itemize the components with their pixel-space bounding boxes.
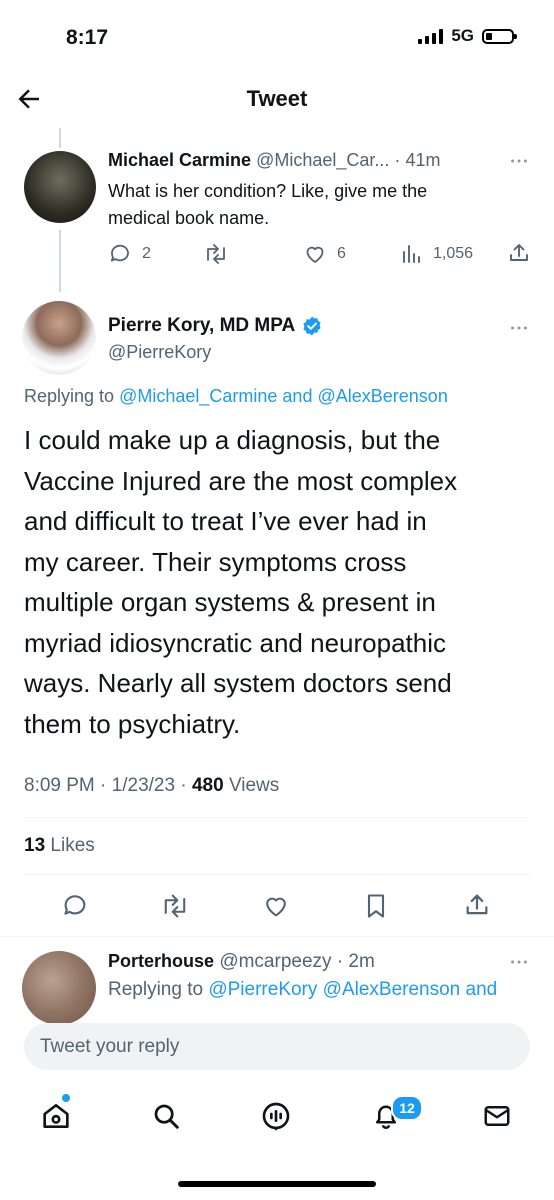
mention-link[interactable]: @PierreKory @AlexBerenson and (208, 979, 497, 1000)
divider (0, 936, 554, 937)
avatar[interactable] (24, 151, 96, 223)
more-icon[interactable] (508, 150, 530, 172)
tweet-meta: 8:09 PM · 1/23/23 · 480 Views (24, 775, 280, 796)
author-handle[interactable]: @mcarpeezy (219, 951, 331, 972)
tweet-date: 1/23/23 (111, 775, 176, 796)
like-button[interactable]: 6 (303, 242, 346, 266)
tweet-text-line: ways. Nearly all system doctors send (24, 668, 452, 698)
retweet-icon (164, 894, 186, 918)
notifications-badge: 12 (391, 1095, 423, 1121)
tab-home[interactable] (36, 1096, 76, 1136)
tweet-text-line: them to psychiatry. (24, 708, 241, 739)
replying-prefix: Replying to (108, 979, 204, 1000)
bookmark-button[interactable] (362, 892, 390, 920)
tab-search[interactable] (146, 1096, 186, 1136)
tweet-time: 8:09 PM (24, 775, 95, 796)
avatar[interactable] (22, 951, 96, 1025)
reply-button[interactable] (61, 892, 89, 920)
home-unread-dot (62, 1094, 70, 1102)
replying-to: Replying to @Michael_Carmine and @AlexBe… (24, 386, 448, 407)
mail-icon (484, 1106, 510, 1126)
likes-summary[interactable]: 13 Likes (24, 835, 95, 857)
tweet-text-line: Vaccine Injured are the most complex (24, 465, 458, 496)
network-type: 5G (451, 26, 474, 45)
tweet-text-line: medical book name. (108, 208, 270, 228)
view-count: 1,056 (433, 245, 474, 262)
mention-link[interactable]: @AlexBerenson (317, 386, 447, 406)
status-indicators: 5G (418, 26, 517, 46)
bookmark-icon (367, 894, 385, 918)
views-count[interactable]: 480 (192, 775, 224, 796)
retweet-button[interactable] (203, 242, 229, 266)
author-handle[interactable]: @Michael_Car... (256, 150, 389, 170)
spaces-icon (262, 1102, 290, 1131)
reply-icon (64, 895, 86, 915)
retweet-icon (207, 244, 225, 264)
author-name[interactable]: Michael Carmine (108, 150, 251, 170)
status-time: 8:17 (66, 26, 109, 49)
retweet-button[interactable] (160, 892, 190, 920)
replying-prefix: Replying to (24, 386, 115, 406)
tweet-text-line: and difficult to treat I’ve ever had in (24, 506, 427, 536)
reply-icon (110, 244, 129, 262)
share-button[interactable] (463, 891, 491, 919)
views-button[interactable]: 1,056 (401, 242, 473, 266)
reply-count: 2 (142, 245, 151, 262)
reply-input-placeholder[interactable]: Tweet your reply (40, 1036, 179, 1058)
home-indicator (178, 1181, 376, 1187)
mention-link[interactable]: @Michael_Carmine (119, 386, 277, 406)
share-button[interactable] (507, 241, 531, 265)
author-name[interactable]: Porterhouse (108, 951, 214, 971)
tab-spaces[interactable] (256, 1096, 296, 1136)
share-icon (510, 244, 528, 261)
tweet-time: 2m (348, 951, 375, 972)
tab-messages[interactable] (477, 1096, 517, 1136)
tweet-text: I could make up a diagnosis, but the Vac… (24, 420, 536, 744)
divider (24, 874, 530, 875)
tweet-text-line: I could make up a diagnosis, but the (24, 425, 441, 455)
tweet-text-line: myriad idiosyncratic and neuropathic (24, 627, 446, 658)
tweet-text-line: multiple organ systems & present in (24, 587, 436, 617)
tweet-text-line: What is her condition? Like, give me the (108, 181, 428, 201)
like-count: 6 (337, 245, 346, 262)
search-icon (154, 1104, 179, 1129)
author-handle[interactable]: @PierreKory (108, 342, 211, 363)
like-icon (306, 246, 324, 263)
signal-icon (418, 28, 444, 44)
like-button[interactable] (262, 892, 290, 920)
more-icon[interactable] (508, 951, 530, 973)
page-title: Tweet (246, 86, 308, 111)
tweet-text-line: my career. Their symptoms cross (24, 546, 407, 577)
reply-button[interactable]: 2 (108, 242, 151, 266)
divider (24, 817, 530, 818)
likes-label: Likes (50, 835, 95, 856)
battery-icon (482, 28, 517, 44)
more-icon[interactable] (508, 317, 530, 339)
views-icon (403, 245, 420, 263)
author-name-row: Pierre Kory, MD MPA (108, 315, 323, 337)
views-label: Views (228, 775, 280, 796)
author-name[interactable]: Pierre Kory, MD MPA (108, 315, 295, 337)
thread-line-top (59, 128, 61, 148)
replying-to: Replying to @PierreKory @AlexBerenson an… (108, 979, 497, 1001)
thread-line (59, 230, 61, 292)
tweet-header: Michael Carmine @Michael_Car... · 41m (108, 150, 440, 171)
like-icon (266, 897, 286, 917)
verified-icon (303, 316, 321, 336)
tweet-header: Porterhouse @mcarpeezy · 2m (108, 951, 375, 972)
tweet-time: 41m (405, 150, 441, 170)
avatar[interactable] (22, 301, 96, 375)
tweet-text: What is her condition? Like, give me the… (108, 178, 528, 232)
mention-and[interactable]: and (282, 386, 312, 406)
share-icon (466, 894, 488, 915)
separator: · (394, 150, 401, 170)
likes-count: 13 (24, 835, 46, 856)
home-icon (43, 1104, 69, 1128)
